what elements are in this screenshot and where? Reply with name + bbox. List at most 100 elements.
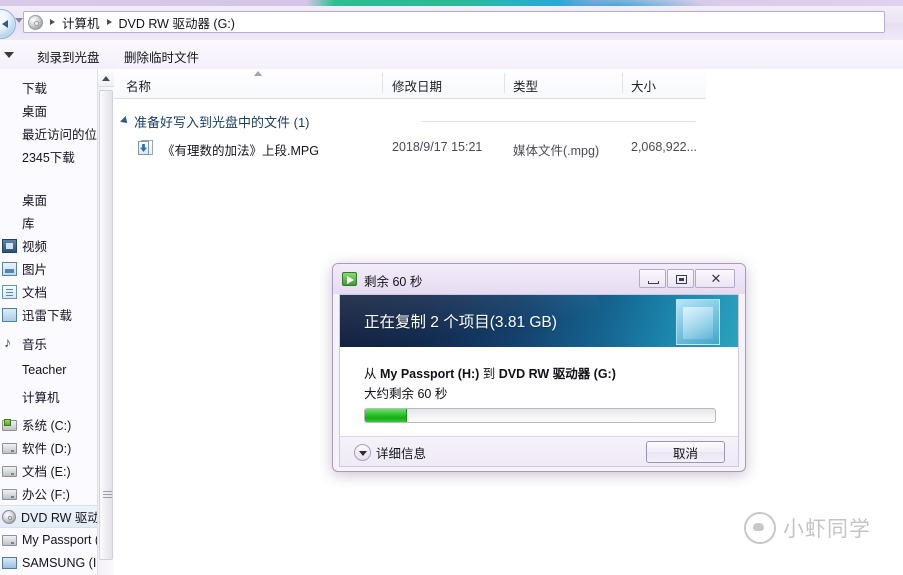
column-header-date[interactable]: 修改日期 — [392, 76, 442, 95]
column-divider[interactable] — [622, 73, 623, 93]
sidebar-item-7[interactable]: 图片 — [0, 257, 47, 280]
breadcrumb[interactable]: 计算机 DVD RW 驱动器 (G:) — [23, 11, 885, 33]
video-icon — [2, 238, 17, 253]
drive-icon — [2, 489, 17, 500]
sidebar-item-0[interactable]: 下载 — [0, 76, 47, 99]
breadcrumb-item-computer[interactable]: 计算机 — [62, 13, 100, 32]
details-toggle-button[interactable]: 详细信息 — [354, 443, 426, 462]
sysdrive-icon — [2, 419, 17, 431]
sidebar-item-6[interactable]: 视频 — [0, 234, 47, 257]
scrollbar-grip-icon — [103, 491, 112, 498]
column-divider[interactable] — [504, 73, 505, 93]
copy-operation-title: 正在复制 2 个项目(3.81 GB) — [364, 314, 557, 331]
sidebar-item-2[interactable]: 最近访问的位置 — [0, 122, 97, 145]
breadcrumb-item-dvd-drive[interactable]: DVD RW 驱动器 (G:) — [119, 13, 235, 32]
copy-middle-text: 到 — [479, 367, 499, 381]
sidebar-item-18[interactable]: My Passport (H:) — [0, 528, 97, 551]
sidebar-item-label: 库 — [22, 217, 35, 231]
copy-source-label: My Passport (H:) — [379, 367, 480, 381]
sidebar-item-8[interactable]: 文档 — [0, 280, 47, 303]
file-date-cell: 2018/9/17 15:21 — [392, 140, 483, 154]
dvd-icon — [2, 509, 16, 524]
sidebar-item-9[interactable]: 迅雷下载 — [0, 303, 72, 326]
column-divider[interactable] — [382, 73, 383, 93]
sidebar-item-label: 文档 (E:) — [22, 465, 71, 479]
dialog-title-bar[interactable]: 剩余 60 秒 ✕ — [333, 264, 745, 294]
scrollbar-thumb[interactable] — [99, 90, 113, 560]
sidebar-item-label: My Passport (H:) — [22, 532, 97, 547]
sidebar-item-16[interactable]: 办公 (F:) — [0, 482, 70, 505]
sidebar-item-5[interactable]: 库 — [0, 211, 35, 234]
sidebar-item-17[interactable]: DVD RW 驱动器 (G:) — [0, 505, 97, 528]
dialog-banner: 正在复制 2 个项目(3.81 GB) — [340, 295, 738, 347]
copy-from-prefix: 从 — [364, 367, 380, 381]
address-bar: 计算机 DVD RW 驱动器 (G:) — [0, 6, 903, 41]
scroll-up-arrow-icon[interactable] — [98, 69, 114, 87]
burn-to-disc-button[interactable]: 刻录到光盘 — [37, 47, 100, 66]
drive-icon — [2, 443, 17, 454]
group-divider — [421, 121, 696, 122]
maximize-button[interactable] — [667, 269, 694, 288]
sidebar-item-15[interactable]: 文档 (E:) — [0, 459, 71, 482]
sidebar-item-11[interactable]: Teacher — [0, 358, 66, 381]
progress-bar — [364, 408, 716, 423]
sidebar-item-10[interactable]: 音乐 — [0, 332, 47, 355]
drive-icon — [2, 466, 17, 477]
sort-ascending-icon — [254, 71, 262, 76]
sidebar-item-label: 下载 — [22, 82, 48, 96]
sidebar-item-14[interactable]: 软件 (D:) — [0, 436, 71, 459]
sidebar-item-label: 文档 — [22, 286, 48, 300]
sidebar-scrollbar[interactable] — [97, 69, 114, 575]
file-type-cell: 媒体文件(.mpg) — [513, 144, 600, 158]
dialog-footer: 详细信息 取消 — [339, 436, 739, 467]
column-header-type[interactable]: 类型 — [513, 76, 538, 95]
cancel-button[interactable]: 取消 — [646, 441, 725, 463]
sidebar-item-label: SAMSUNG (I:) — [22, 555, 97, 570]
group-expanded-caret-icon[interactable] — [120, 116, 130, 126]
media-file-pending-icon — [138, 140, 154, 156]
sidebar-item-label: Teacher — [22, 362, 67, 377]
back-arrow-icon[interactable] — [0, 9, 16, 39]
sidebar-item-13[interactable]: 系统 (C:) — [0, 413, 71, 436]
sidebar-item-label: 软件 (D:) — [22, 442, 72, 456]
sidebar-item-label: DVD RW 驱动器 (G:) — [21, 511, 97, 525]
sidebar-item-19[interactable]: SAMSUNG (I:) — [0, 551, 97, 574]
file-group-header[interactable]: 准备好写入到光盘中的文件 (1) — [120, 111, 310, 131]
samsung-icon — [2, 557, 17, 569]
sidebar-item-label: 办公 (F:) — [22, 488, 70, 502]
table-row[interactable]: 《有理数的加法》上段.MPG 2018/9/17 15:21 媒体文件(.mpg… — [114, 135, 706, 161]
progress-bar-fill — [365, 409, 407, 422]
thunder-icon — [2, 307, 17, 322]
disc-icon — [28, 14, 43, 30]
minimize-button[interactable] — [639, 269, 666, 288]
sidebar-item-12[interactable]: 计算机 — [0, 385, 60, 408]
copy-progress-dialog: 剩余 60 秒 ✕ 正在复制 2 个项目(3.81 GB) 从 My Passp… — [332, 263, 746, 472]
chevron-down-icon[interactable] — [15, 18, 23, 23]
dialog-body: 正在复制 2 个项目(3.81 GB) 从 My Passport (H:) 到… — [339, 294, 739, 436]
sidebar-item-label: 计算机 — [22, 391, 60, 405]
column-header-name[interactable]: 名称 — [126, 76, 151, 95]
picture-icon — [2, 261, 17, 276]
close-button[interactable]: ✕ — [695, 269, 735, 288]
breadcrumb-separator-icon — [106, 19, 112, 25]
sidebar-item-3[interactable]: 2345下载 — [0, 145, 75, 168]
column-header-size[interactable]: 大小 — [631, 76, 656, 95]
sidebar-item-label: 2345下载 — [22, 151, 75, 165]
copy-arrow-icon — [342, 272, 357, 286]
sidebar-item-label: 系统 (C:) — [22, 419, 72, 433]
sidebar-item-label: 视频 — [22, 240, 48, 254]
sidebar-item-4[interactable]: 桌面 — [0, 188, 47, 211]
toolbar: 刻录到光盘 删除临时文件 — [0, 40, 903, 70]
delete-temp-files-button[interactable]: 删除临时文件 — [124, 47, 199, 66]
doc-icon — [2, 284, 17, 299]
sidebar-item-1[interactable]: 桌面 — [0, 99, 47, 122]
copy-route-text: 从 My Passport (H:) 到 DVD RW 驱动器 (G:) — [364, 363, 616, 382]
caret-down-icon[interactable] — [4, 52, 14, 58]
file-group-label: 准备好写入到光盘中的文件 (1) — [134, 114, 310, 130]
file-size-cell: 2,068,922... — [631, 140, 698, 154]
time-remaining-text: 大约剩余 60 秒 — [364, 387, 448, 401]
column-header-row: 名称 修改日期 类型 大小 — [114, 69, 706, 99]
sidebar-item-label: 桌面 — [22, 105, 48, 119]
sidebar-item-label: 桌面 — [22, 194, 48, 208]
dialog-title: 剩余 60 秒 — [364, 275, 423, 289]
